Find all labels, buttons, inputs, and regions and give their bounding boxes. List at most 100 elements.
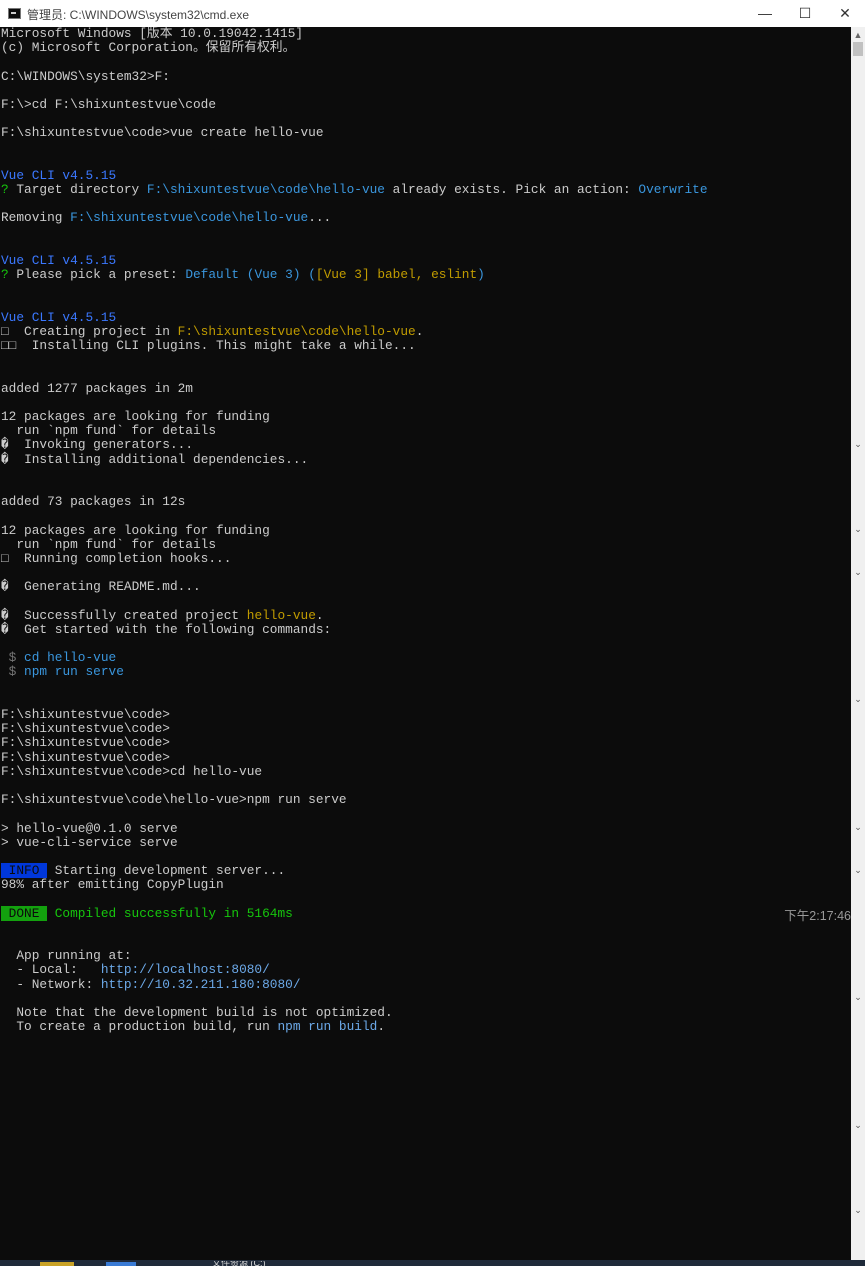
console-text: F:\shixuntestvue\code> bbox=[1, 749, 170, 765]
console-line: F:\shixuntestvue\code\hello-vue>npm run … bbox=[1, 793, 708, 807]
scroll-down-icon: ⌄ bbox=[854, 1205, 862, 1215]
console-line: INFO Starting development server... bbox=[1, 863, 708, 879]
console-text: ? bbox=[1, 267, 9, 283]
console-line: $ npm run serve bbox=[1, 665, 708, 679]
console-text: http://10.32.211.180:8080/ bbox=[100, 976, 301, 992]
console-text: F:\shixuntestvue\code\hello-vue bbox=[177, 323, 416, 339]
console-output[interactable]: Microsoft Windows [版本 10.0.19042.1415] (c… bbox=[0, 27, 851, 1260]
console-text: Note that the development build is not o… bbox=[1, 1004, 393, 1020]
console-line: � Installing additional dependencies... bbox=[1, 452, 708, 467]
console-text: 98% after emitting CopyPlugin bbox=[1, 877, 224, 893]
compile-timestamp: 下午2:17:46 bbox=[784, 909, 851, 923]
console-text: F:\shixuntestvue\code\hello-vue bbox=[146, 182, 385, 198]
console-text: (c) Microsoft Corporation。保留所有权利。 bbox=[1, 40, 296, 56]
console-text: F:\shixuntestvue\code> bbox=[1, 707, 170, 722]
console-line: F:\shixuntestvue\code>cd hello-vue bbox=[1, 763, 708, 779]
console-line: 12 packages are looking for funding bbox=[1, 409, 708, 424]
console-line: 98% after emitting CopyPlugin bbox=[1, 878, 708, 892]
console-text: F:\shixuntestvue\code\hello-vue>npm run … bbox=[1, 792, 347, 808]
console-line: $ cd hello-vue bbox=[1, 651, 708, 665]
console-text: F:\>cd F:\shixuntestvue\code bbox=[1, 96, 217, 112]
console-line: � Generating README.md... bbox=[1, 580, 708, 594]
console-text: . bbox=[377, 1019, 385, 1035]
console-lines: Microsoft Windows [版本 10.0.19042.1415] (c… bbox=[1, 27, 708, 1034]
console-line: � Invoking generators... bbox=[1, 438, 708, 452]
minimize-button[interactable]: — bbox=[745, 0, 785, 27]
console-text: 12 packages are looking for funding bbox=[1, 522, 270, 538]
console-line: ? Please pick a preset: Default (Vue 3) … bbox=[1, 268, 708, 282]
taskbar-item-label[interactable]: 文件资源 (C:) bbox=[212, 1261, 266, 1266]
console-text: > vue-cli-service serve bbox=[1, 834, 178, 850]
console-text: INFO bbox=[1, 863, 48, 879]
console-text: Vue CLI v4.5.15 bbox=[1, 253, 117, 268]
console-line: added 1277 packages in 2m bbox=[1, 381, 708, 396]
console-text: To create a production build, run bbox=[1, 1019, 278, 1035]
console-line: > hello-vue@0.1.0 serve bbox=[1, 821, 708, 836]
vertical-scrollbar[interactable]: ▲ ⌄ ⌄ ⌄ ⌄ ⌄ ⌄ ⌄ ⌄ ⌄ bbox=[851, 27, 865, 1260]
scroll-down-icon: ⌄ bbox=[854, 524, 862, 534]
console-line: Removing F:\shixuntestvue\code\hello-vue… bbox=[1, 211, 708, 225]
console-text: F:\shixuntestvue\code> bbox=[1, 721, 170, 737]
console-text: � Get started with the following command… bbox=[1, 621, 332, 637]
console-text: □ Running completion hooks... bbox=[1, 550, 232, 566]
taskbar-app-icon[interactable] bbox=[106, 1262, 136, 1266]
cmd-app-icon[interactable] bbox=[8, 8, 21, 19]
console-line: F:\shixuntestvue\code> bbox=[1, 736, 708, 750]
console-line: C:\WINDOWS\system32>F: bbox=[1, 69, 708, 84]
maximize-button[interactable]: ☐ bbox=[785, 0, 825, 27]
console-text: Vue CLI v4.5.15 bbox=[1, 309, 117, 325]
console-text: F:\shixuntestvue\code\hello-vue bbox=[70, 210, 309, 226]
console-text: cd hello-vue bbox=[24, 650, 117, 666]
console-text: Microsoft Windows [版本 10.0.19042.1415] bbox=[1, 27, 304, 41]
console-line: Vue CLI v4.5.15 bbox=[1, 253, 708, 268]
console-text: . bbox=[315, 607, 324, 623]
console-text: http://localhost:8080/ bbox=[100, 962, 270, 978]
console-text: Compiled successfully in 5164ms bbox=[47, 905, 293, 921]
console-text: [Vue 3] babel, eslint bbox=[315, 267, 478, 283]
console-line: � Successfully created project hello-vue… bbox=[1, 607, 708, 623]
console-line: > vue-cli-service serve bbox=[1, 834, 708, 850]
taskbar-folder-icon[interactable] bbox=[40, 1262, 74, 1266]
console-text: F:\shixuntestvue\code>cd hello-vue bbox=[1, 763, 263, 779]
console-line: F:\shixuntestvue\code> bbox=[1, 707, 708, 722]
scroll-down-icon: ⌄ bbox=[854, 1120, 862, 1130]
console-text: Overwrite bbox=[638, 182, 708, 198]
console-line: added 73 packages in 12s bbox=[1, 495, 708, 509]
console-line: □ Creating project in F:\shixuntestvue\c… bbox=[1, 323, 708, 339]
console-text: Removing bbox=[1, 210, 71, 226]
console-text: . bbox=[415, 323, 424, 339]
scroll-thumb[interactable] bbox=[853, 42, 863, 56]
console-text: run `npm fund` for details bbox=[1, 536, 217, 552]
console-text: $ bbox=[1, 650, 25, 666]
console-text: - Local: bbox=[1, 962, 101, 978]
console-text: npm run build bbox=[277, 1019, 378, 1035]
console-line: DONE Compiled successfully in 5164ms bbox=[1, 905, 708, 921]
console-text: DONE bbox=[1, 905, 48, 921]
console-text: � Successfully created project bbox=[1, 607, 247, 623]
scroll-down-icon: ⌄ bbox=[854, 439, 862, 449]
console-text: added 73 packages in 12s bbox=[1, 494, 186, 510]
console-line: (c) Microsoft Corporation。保留所有权利。 bbox=[1, 41, 708, 55]
scroll-down-icon: ⌄ bbox=[854, 694, 862, 704]
console-text: □ Creating project in bbox=[1, 323, 178, 339]
close-button[interactable]: ✕ bbox=[825, 0, 865, 27]
console-line: - Network: http://10.32.211.180:8080/ bbox=[1, 976, 708, 992]
scroll-up-arrow-icon[interactable]: ▲ bbox=[851, 29, 865, 41]
console-line: Vue CLI v4.5.15 bbox=[1, 168, 708, 183]
